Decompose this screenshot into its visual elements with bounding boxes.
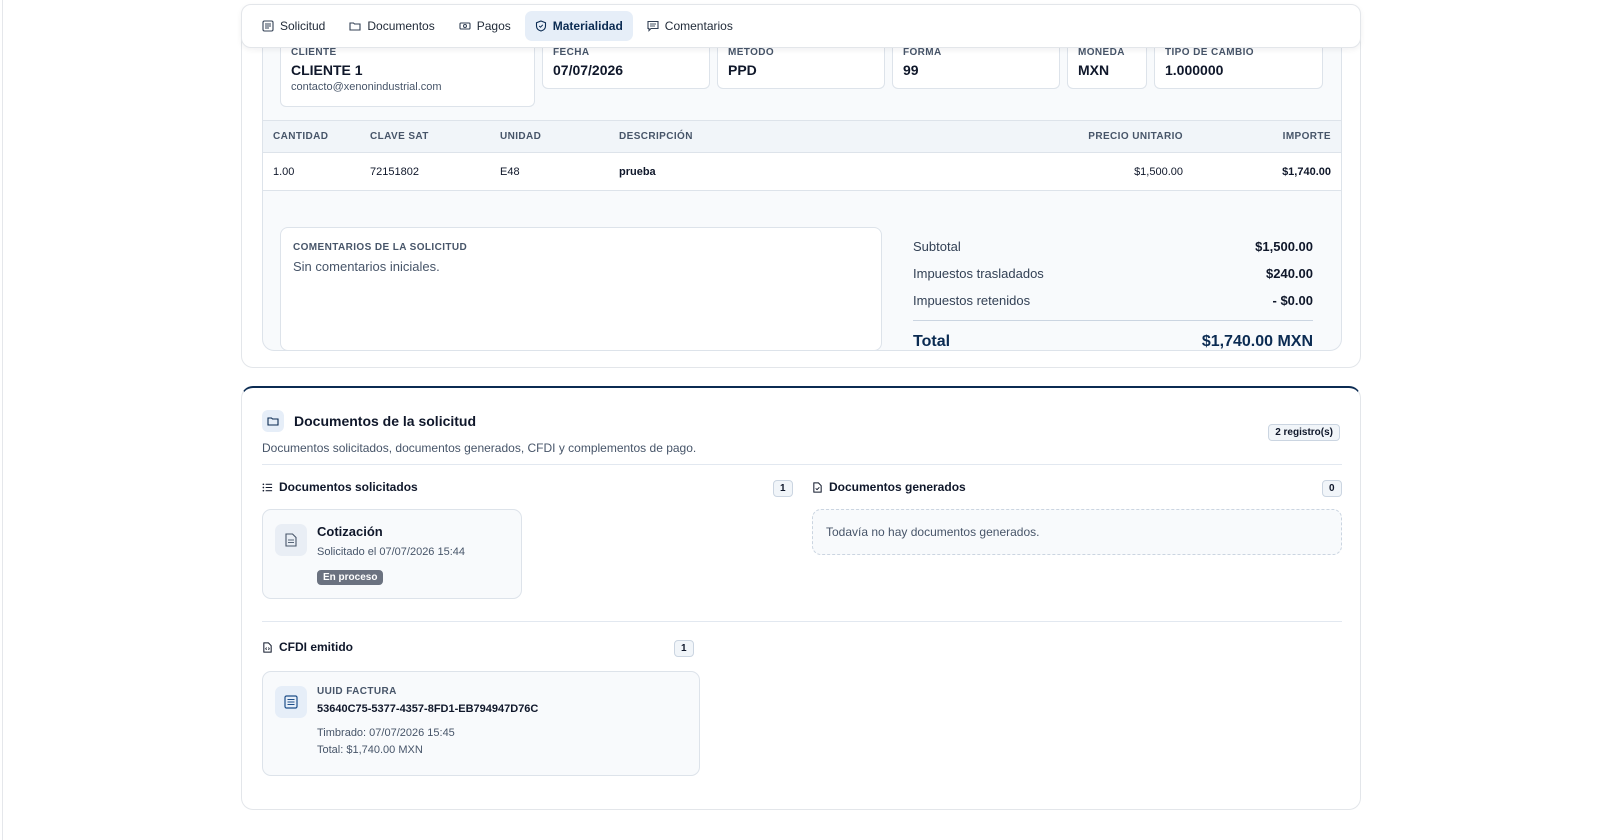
impuestos-trasladados-row: Impuestos trasladados $240.00 — [913, 260, 1313, 287]
status-badge: En proceso — [317, 570, 384, 585]
field-label: TIPO DE CAMBIO — [1165, 47, 1254, 58]
invoice-icon — [275, 686, 307, 718]
documentos-solicitados-header: Documentos solicitados — [262, 480, 418, 494]
impuestos-trasladados-value: $240.00 — [1266, 266, 1313, 281]
tab-materialidad[interactable]: Materialidad — [524, 11, 633, 41]
requested-document-card[interactable]: Cotización Solicitado el 07/07/2026 15:4… — [262, 509, 522, 599]
impuestos-trasladados-label: Impuestos trasladados — [913, 266, 1044, 281]
documentos-subtitle: Documentos solicitados, documentos gener… — [262, 441, 697, 455]
field-label: FORMA — [903, 47, 942, 58]
tab-label: Documentos — [367, 19, 435, 33]
cell-cantidad: 1.00 — [263, 152, 360, 191]
folder-icon — [262, 410, 284, 432]
field-label: MONEDA — [1078, 47, 1125, 58]
table-row: 1.00 72151802 E48 prueba $1,500.00 $1,74… — [263, 152, 1341, 191]
tab-comentarios[interactable]: Comentarios — [637, 11, 743, 41]
file-icon — [275, 524, 307, 556]
section-divider — [262, 621, 1342, 622]
tab-label: Comentarios — [664, 19, 733, 33]
documentos-generados-header: Documentos generados — [812, 480, 966, 494]
column-header: DESCRIPCIÓN — [609, 120, 1013, 153]
uuid-label: UUID FACTURA — [317, 686, 397, 697]
solicitados-count-badge: 1 — [773, 480, 793, 497]
cell-clave-sat: 72151802 — [360, 152, 490, 191]
documentos-solicitados-title: Documentos solicitados — [279, 480, 418, 494]
subtotal-row: Subtotal $1,500.00 — [913, 233, 1313, 260]
total-row: Total $1,740.00 MXN — [913, 321, 1313, 350]
message-icon — [647, 20, 659, 32]
cfdi-emitido-title: CFDI emitido — [279, 640, 353, 654]
tab-label: Materialidad — [552, 19, 623, 33]
totals-summary: Subtotal $1,500.00 Impuestos trasladados… — [913, 233, 1313, 350]
column-header: CANTIDAD — [263, 120, 360, 153]
moneda-value: MXN — [1078, 62, 1110, 78]
file-check-icon — [813, 481, 822, 493]
document-requested-date: Solicitado el 07/07/2026 15:44 — [317, 546, 466, 558]
forma-value: 99 — [903, 62, 919, 78]
tab-documentos[interactable]: Documentos — [339, 11, 444, 41]
impuestos-retenidos-label: Impuestos retenidos — [913, 293, 1031, 308]
generated-empty-state: Todavía no hay documentos generados. — [812, 509, 1342, 555]
tab-solicitud[interactable]: Solicitud — [252, 11, 335, 41]
subtotal-value: $1,500.00 — [1255, 239, 1313, 254]
table-header-row: CANTIDAD CLAVE SAT UNIDAD DESCRIPCIÓN PR… — [263, 120, 1341, 153]
tab-label: Solicitud — [280, 19, 326, 33]
solicitud-detail-card: CLIENTE CLIENTE 1 contacto@xenonindustri… — [241, 20, 1361, 368]
tipo-cambio-value: 1.000000 — [1165, 62, 1224, 78]
shield-icon — [535, 20, 546, 32]
impuestos-retenidos-value: - $0.00 — [1272, 293, 1313, 308]
tab-pagos[interactable]: Pagos — [449, 11, 521, 41]
cfdi-emitido-header: CFDI emitido — [262, 640, 353, 654]
cliente-email: contacto@xenonindustrial.com — [291, 81, 442, 93]
records-count-badge: 2 registro(s) — [1268, 424, 1340, 441]
folder-icon — [349, 22, 361, 31]
solicitud-comments-box: COMENTARIOS DE LA SOLICITUD Sin comentar… — [280, 227, 882, 350]
cell-unidad: E48 — [490, 152, 609, 191]
cell-importe: $1,740.00 — [1193, 152, 1341, 191]
documentos-generados-title: Documentos generados — [829, 480, 966, 494]
cfdi-invoice-card[interactable]: UUID FACTURA 53640C75-5377-4357-8FD1-EB7… — [262, 671, 700, 776]
comments-label: COMENTARIOS DE LA SOLICITUD — [293, 242, 468, 253]
tab-label: Pagos — [476, 19, 511, 33]
cell-precio-unitario: $1,500.00 — [1013, 152, 1193, 191]
impuestos-retenidos-row: Impuestos retenidos - $0.00 — [913, 287, 1313, 314]
cfdi-count-badge: 1 — [674, 640, 694, 657]
section-divider — [262, 464, 1342, 465]
cliente-name: CLIENTE 1 — [291, 62, 363, 78]
column-header: UNIDAD — [490, 120, 609, 153]
total-label: Total — [913, 333, 951, 350]
cell-descripcion: prueba — [609, 152, 1013, 191]
generados-count-badge: 0 — [1322, 480, 1342, 497]
solicitud-detail-panel: CLIENTE CLIENTE 1 contacto@xenonindustri… — [262, 29, 1342, 351]
metodo-value: PPD — [728, 62, 757, 78]
cfdi-total: Total: $1,740.00 MXN — [317, 744, 423, 756]
items-table: CANTIDAD CLAVE SAT UNIDAD DESCRIPCIÓN PR… — [263, 120, 1341, 191]
file-code-icon — [263, 641, 272, 653]
documentos-header: Documentos de la solicitud — [262, 410, 476, 432]
timbrado-date: Timbrado: 07/07/2026 15:45 — [317, 727, 455, 739]
list-icon — [262, 482, 273, 492]
list-icon — [262, 20, 274, 32]
field-label: METODO — [728, 47, 775, 58]
documentos-title: Documentos de la solicitud — [294, 413, 477, 429]
document-title: Cotización — [317, 524, 383, 539]
column-header: CLAVE SAT — [360, 120, 490, 153]
fecha-value: 07/07/2026 — [553, 62, 624, 78]
subtotal-label: Subtotal — [913, 239, 961, 254]
page-left-border — [2, 0, 3, 840]
uuid-value: 53640C75-5377-4357-8FD1-EB794947D76C — [317, 703, 539, 715]
cash-icon — [459, 22, 471, 30]
tab-bar: Solicitud Documentos Pagos Materialidad … — [241, 4, 1361, 48]
total-value: $1,740.00 MXN — [1201, 333, 1313, 350]
field-label: FECHA — [553, 47, 590, 58]
comments-text: Sin comentarios iniciales. — [293, 259, 440, 274]
column-header: IMPORTE — [1193, 120, 1341, 153]
field-label: CLIENTE — [291, 47, 337, 58]
documentos-card: Documentos de la solicitud Documentos so… — [241, 386, 1361, 810]
column-header: PRECIO UNITARIO — [1013, 120, 1193, 153]
